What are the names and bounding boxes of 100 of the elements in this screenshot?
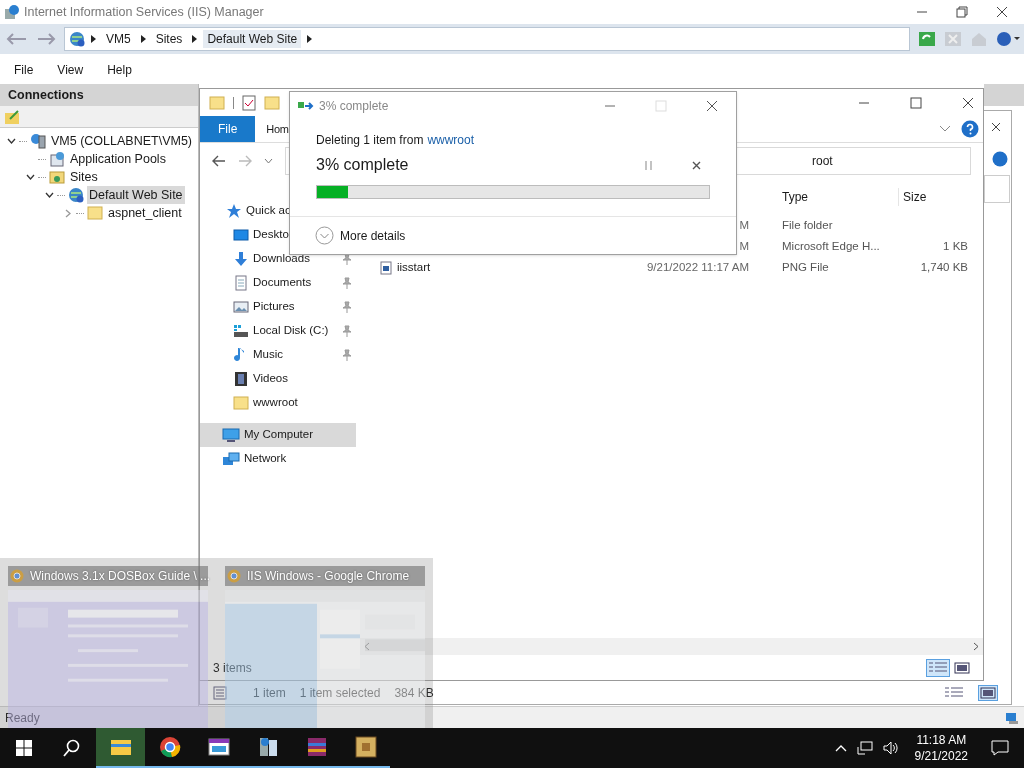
panel-title: Connections <box>8 86 84 104</box>
nav-item[interactable]: My Computer <box>200 423 356 447</box>
refresh-icon <box>918 31 936 47</box>
large-icons-view-icon <box>954 661 970 674</box>
close-icon <box>991 122 1001 132</box>
folder-link[interactable]: wwwroot <box>427 131 475 150</box>
window-title: Internet Information Services (IIS) Manager <box>24 3 264 21</box>
windows-start-icon <box>16 740 32 756</box>
breadcrumb-arrow-icon <box>91 35 96 43</box>
ribbon-tab[interactable]: Hom <box>255 116 289 142</box>
breadcrumb-item[interactable]: Sites <box>151 30 187 48</box>
globe-icon <box>69 31 85 47</box>
table-cell-text: 9/21/2022 11:17 AM <box>646 259 749 275</box>
status-text: 3 items <box>213 659 252 677</box>
breadcrumb-arrow-icon <box>307 35 313 43</box>
address-bar[interactable]: VM5 Sites Default Web Site <box>64 27 910 51</box>
help-icon <box>961 120 979 138</box>
nav-item[interactable]: Downloads <box>200 247 356 271</box>
film-icon <box>233 371 249 387</box>
menu-item[interactable]: Help <box>107 61 132 79</box>
column-header[interactable]: Type <box>778 187 899 206</box>
pin-icon <box>342 301 352 313</box>
pin-icon <box>342 277 352 289</box>
computer-icon <box>222 427 240 443</box>
nav-item[interactable]: Local Disk (C:) <box>200 319 356 343</box>
folder-icon <box>87 205 103 221</box>
iis-app-icon <box>4 4 20 20</box>
pool-icon <box>49 151 65 167</box>
volume-icon <box>882 741 899 755</box>
folder-icon <box>233 395 249 411</box>
close-icon <box>962 96 974 109</box>
tree-item[interactable]: VM5 (COLLABNET\VM5) <box>49 131 194 151</box>
folder-icon <box>264 94 280 111</box>
breadcrumb-arrow-icon <box>192 35 198 43</box>
tree-item[interactable]: Default Web Site <box>87 185 185 205</box>
table-cell: PNG File <box>782 260 829 273</box>
window-icon <box>206 735 231 759</box>
horizontal-scrollbar[interactable] <box>360 638 983 655</box>
tree-item[interactable]: Application Pools <box>68 149 168 169</box>
scroll-right-icon <box>973 642 979 651</box>
file-name[interactable]: iisstart <box>397 258 431 277</box>
details-view-icon <box>928 660 948 675</box>
forward-icon <box>36 31 56 47</box>
drive-icon <box>233 323 249 339</box>
network-icon <box>222 451 240 467</box>
nav-item[interactable]: Network <box>200 447 356 471</box>
folder-globe-icon <box>49 169 65 185</box>
game-box-icon <box>353 735 378 759</box>
folder-icon <box>209 94 225 111</box>
clock-date[interactable]: 9/21/2022 <box>914 748 968 764</box>
breadcrumb-item[interactable]: Default Web Site <box>203 30 302 48</box>
more-details-toggle[interactable]: More details <box>340 226 406 245</box>
ribbon-tab[interactable]: File <box>200 116 256 142</box>
home-icon <box>970 31 988 47</box>
back-icon <box>212 155 226 167</box>
pictures-icon <box>233 299 249 315</box>
chrome-icon <box>157 735 182 759</box>
nav-item[interactable]: Pictures <box>200 295 356 319</box>
chevron-down-icon <box>264 158 273 164</box>
status-text: Ready <box>5 709 40 727</box>
network-icon <box>856 741 873 755</box>
table-cell-text: 1,740 KB <box>920 259 968 275</box>
column-header[interactable]: Size <box>899 187 931 206</box>
close-icon <box>706 99 718 112</box>
table-cell: Microsoft Edge H... <box>782 239 880 252</box>
menu-item[interactable]: File <box>14 61 34 79</box>
close-icon <box>996 6 1008 18</box>
dialog-title: 3% complete <box>319 97 389 115</box>
properties-icon <box>242 94 256 111</box>
breadcrumb-item[interactable]: VM5 <box>102 30 135 48</box>
expand-circle-icon <box>315 226 334 246</box>
pause-icon <box>645 160 653 170</box>
desktop-icon <box>233 227 249 243</box>
nav-item[interactable]: Music <box>200 343 356 367</box>
nav-item[interactable]: Documents <box>200 271 356 295</box>
maximize-icon <box>655 99 667 112</box>
download-icon <box>233 251 249 267</box>
star-icon <box>226 203 242 219</box>
back-icon <box>4 31 28 47</box>
breadcrumb-arrow-icon <box>140 35 146 43</box>
table-cell-text: 1 KB <box>943 238 968 254</box>
image-file-icon <box>380 260 392 275</box>
help-icon <box>992 151 1008 167</box>
large-icons-view-icon <box>980 687 996 699</box>
connect-icon <box>4 108 20 125</box>
menu-item[interactable]: View <box>57 61 84 79</box>
table-cell: File folder <box>782 218 833 231</box>
tree-item[interactable]: aspnet_client <box>106 203 184 223</box>
chevron-down-icon <box>939 125 951 133</box>
network-status-icon <box>1005 710 1019 725</box>
tree-item[interactable]: Sites <box>68 167 100 187</box>
details-view-icon <box>213 686 227 700</box>
nav-item[interactable]: wwwroot <box>200 391 356 415</box>
server-icon <box>30 133 46 149</box>
nav-item[interactable]: Videos <box>200 367 356 391</box>
status-text: 1 item selected <box>299 685 381 702</box>
help-icon <box>996 31 1020 47</box>
chrome-icon <box>227 569 241 583</box>
clock-time[interactable]: 11:18 AM <box>916 732 967 748</box>
input-field[interactable] <box>984 175 1010 203</box>
